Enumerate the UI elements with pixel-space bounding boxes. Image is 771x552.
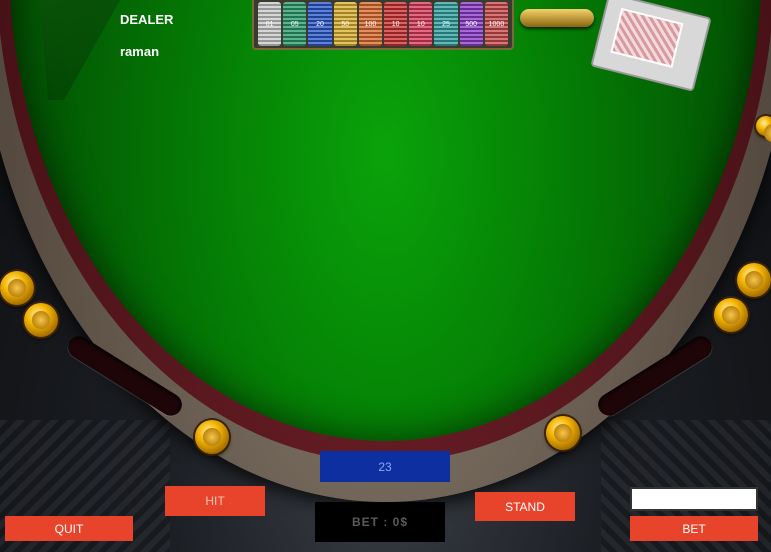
chip-stack: 50	[333, 2, 357, 46]
chip-stack: 20	[308, 2, 332, 46]
game-stage: 01 05 20 50 100 10 10 25 500 1000 DEALER raman 23…	[0, 0, 771, 552]
bet-cup-bottom-left	[195, 420, 229, 454]
chip-stack: 01	[258, 2, 282, 46]
hit-button[interactable]: HIT	[165, 486, 265, 516]
chip-stack: 05	[283, 2, 307, 46]
quit-button[interactable]: QUIT	[5, 516, 133, 541]
dealer-label: DEALER	[120, 12, 174, 27]
chip-stack: 1000	[484, 2, 509, 46]
hand-score: 23	[320, 451, 450, 482]
bet-cup-right-top	[756, 116, 771, 142]
bet-cup-bottom-right	[546, 416, 580, 450]
chip-stack: 10	[409, 2, 433, 46]
chip-stack: 25	[434, 2, 458, 46]
chip-stack: 100	[358, 2, 383, 46]
card-back	[610, 7, 684, 68]
bet-cup-left-2	[24, 303, 58, 337]
chip-stack: 10	[384, 2, 408, 46]
bet-button[interactable]: BET	[630, 516, 758, 541]
stand-button[interactable]: STAND	[475, 492, 575, 521]
chip-rack: 01 05 20 50 100 10 10 25 500 1000	[252, 0, 514, 50]
bet-amount-display: BET : 0$	[315, 502, 445, 542]
bet-cup-right-2	[714, 298, 748, 332]
chip-stack: 500	[459, 2, 483, 46]
bet-cup-left-1	[0, 271, 34, 305]
bet-cup-right-1	[737, 263, 771, 297]
bet-amount-input[interactable]	[630, 487, 758, 511]
player-name: raman	[120, 44, 160, 59]
discard-tray	[520, 9, 594, 27]
